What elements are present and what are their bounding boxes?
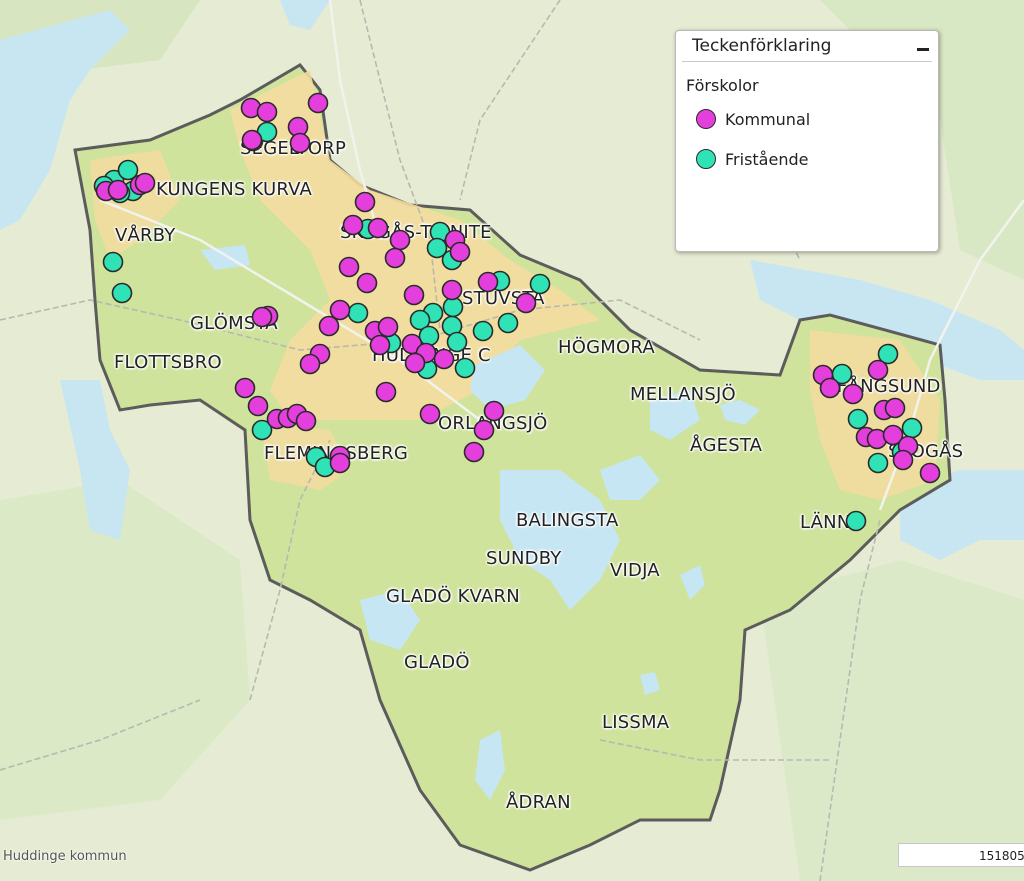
kommunal-preschool-marker[interactable] — [251, 306, 273, 328]
kommunal-preschool-marker[interactable] — [515, 292, 537, 314]
fristaende-preschool-marker[interactable] — [867, 452, 889, 474]
kommunal-preschool-marker[interactable] — [892, 449, 914, 471]
fristaende-preschool-marker[interactable] — [111, 282, 133, 304]
kommunal-preschool-marker[interactable] — [449, 241, 471, 263]
kommunal-preschool-marker[interactable] — [329, 452, 351, 474]
kommunal-preschool-marker[interactable] — [919, 462, 941, 484]
kommunal-preschool-marker[interactable] — [329, 299, 351, 321]
kommunal-preschool-marker[interactable] — [433, 348, 455, 370]
kommunal-preschool-marker[interactable] — [356, 272, 378, 294]
kommunal-preschool-marker[interactable] — [342, 214, 364, 236]
legend-title: Teckenförklaring — [692, 36, 832, 56]
kommunal-preschool-marker[interactable] — [377, 316, 399, 338]
minimize-icon — [917, 48, 929, 51]
kommunal-preschool-marker[interactable] — [107, 179, 129, 201]
kommunal-preschool-marker[interactable] — [234, 377, 256, 399]
fristaende-preschool-marker[interactable] — [845, 510, 867, 532]
kommunal-preschool-marker[interactable] — [389, 229, 411, 251]
kommunal-preschool-marker[interactable] — [473, 419, 495, 441]
kommunal-marker-icon — [696, 109, 716, 129]
kommunal-preschool-marker[interactable] — [354, 191, 376, 213]
legend-label: Fristående — [725, 149, 809, 169]
kommunal-preschool-marker[interactable] — [842, 383, 864, 405]
kommunal-preschool-marker[interactable] — [884, 397, 906, 419]
kommunal-preschool-marker[interactable] — [318, 315, 340, 337]
legend-panel: Teckenförklaring Förskolor Kommunal Fris… — [675, 30, 939, 252]
kommunal-preschool-marker[interactable] — [256, 101, 278, 123]
fristaende-preschool-marker[interactable] — [529, 273, 551, 295]
fristaende-preschool-marker[interactable] — [847, 408, 869, 430]
fristaende-preschool-marker[interactable] — [454, 357, 476, 379]
kommunal-preschool-marker[interactable] — [404, 352, 426, 374]
legend-header: Teckenförklaring — [682, 31, 932, 62]
kommunal-preschool-marker[interactable] — [375, 381, 397, 403]
fristaende-marker-icon — [696, 149, 716, 169]
fristaende-preschool-marker[interactable] — [901, 417, 923, 439]
fristaende-preschool-marker[interactable] — [472, 320, 494, 342]
kommunal-preschool-marker[interactable] — [369, 334, 391, 356]
kommunal-preschool-marker[interactable] — [419, 403, 441, 425]
fristaende-preschool-marker[interactable] — [347, 302, 369, 324]
kommunal-preschool-marker[interactable] — [403, 284, 425, 306]
kommunal-preschool-marker[interactable] — [295, 410, 317, 432]
kommunal-preschool-marker[interactable] — [463, 441, 485, 463]
kommunal-preschool-marker[interactable] — [384, 247, 406, 269]
kommunal-preschool-marker[interactable] — [483, 400, 505, 422]
fristaende-preschool-marker[interactable] — [446, 331, 468, 353]
fristaende-preschool-marker[interactable] — [102, 251, 124, 273]
fristaende-preschool-marker[interactable] — [442, 296, 464, 318]
kommunal-preschool-marker[interactable] — [819, 377, 841, 399]
kommunal-preschool-marker[interactable] — [867, 359, 889, 381]
attribution-text: Huddinge kommun — [3, 849, 127, 864]
kommunal-preschool-marker[interactable] — [247, 395, 269, 417]
kommunal-preschool-marker[interactable] — [241, 129, 263, 151]
kommunal-preschool-marker[interactable] — [477, 271, 499, 293]
kommunal-preschool-marker[interactable] — [441, 279, 463, 301]
legend-item-kommunal: Kommunal — [696, 103, 938, 135]
kommunal-preschool-marker[interactable] — [367, 217, 389, 239]
kommunal-preschool-marker[interactable] — [289, 132, 311, 154]
minimize-button[interactable] — [914, 37, 932, 55]
legend-item-fristaende: Fristående — [696, 143, 938, 175]
kommunal-preschool-marker[interactable] — [134, 172, 156, 194]
kommunal-preschool-marker[interactable] — [307, 92, 329, 114]
legend-subtitle: Förskolor — [686, 76, 759, 95]
fristaende-preschool-marker[interactable] — [418, 325, 440, 347]
legend-label: Kommunal — [725, 109, 811, 129]
fristaende-preschool-marker[interactable] — [497, 312, 519, 334]
scale-display: 151805, — [898, 843, 1024, 867]
kommunal-preschool-marker[interactable] — [338, 256, 360, 278]
kommunal-preschool-marker[interactable] — [299, 353, 321, 375]
